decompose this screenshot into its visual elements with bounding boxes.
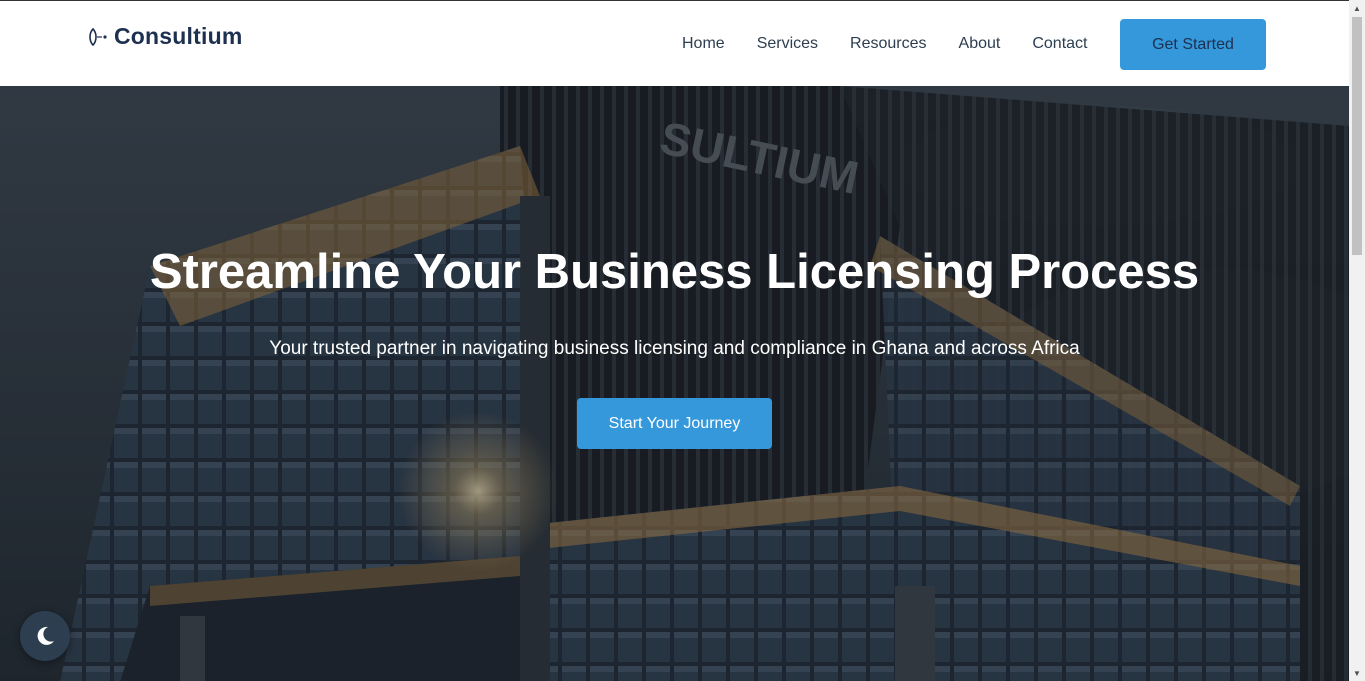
nav-home[interactable]: Home — [682, 33, 725, 55]
main-nav: Home Services Resources About Contact — [682, 33, 1119, 55]
page-scrollbar[interactable]: ▲ ▼ — [1349, 0, 1365, 681]
get-started-button[interactable]: Get Started — [1120, 19, 1266, 70]
hero-background-image: SULTIUM — [0, 86, 1349, 681]
brand[interactable]: Consultium — [87, 23, 243, 50]
scroll-down-arrow-icon[interactable]: ▼ — [1349, 665, 1365, 681]
scroll-up-arrow-icon[interactable]: ▲ — [1349, 0, 1365, 16]
theme-toggle-button[interactable] — [20, 611, 70, 661]
logo-mark-icon — [89, 27, 107, 46]
hero-subtitle: Your trusted partner in navigating busin… — [269, 338, 1080, 359]
nav-resources[interactable]: Resources — [850, 33, 926, 55]
moon-icon — [37, 626, 54, 645]
nav-contact[interactable]: Contact — [1032, 33, 1087, 55]
hero-title: Streamline Your Business Licensing Proce… — [149, 245, 1200, 299]
nav-about[interactable]: About — [959, 33, 1001, 55]
scrollbar-thumb[interactable] — [1352, 17, 1362, 255]
page: Consultium Home Services Resources About… — [0, 0, 1349, 681]
brand-name: Consultium — [114, 23, 243, 49]
hero-section: SULTIUM Streamline Your Business Licensi… — [0, 86, 1349, 681]
site-header: Consultium Home Services Resources About… — [0, 1, 1349, 86]
nav-services[interactable]: Services — [757, 33, 818, 55]
start-journey-button[interactable]: Start Your Journey — [577, 398, 772, 449]
